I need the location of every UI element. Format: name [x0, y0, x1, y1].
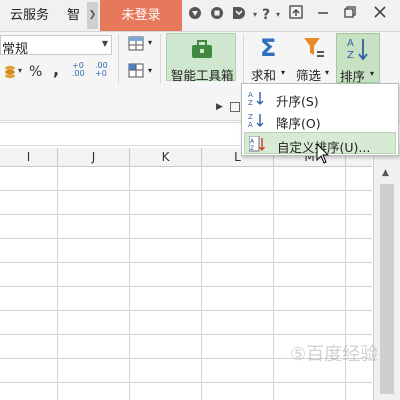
ribbon-separator: [243, 34, 244, 84]
sigma-icon: Σ: [260, 34, 277, 62]
grid-line: [129, 167, 130, 400]
theme-icon[interactable]: [186, 6, 204, 24]
sort-asc-icon: AZ: [248, 90, 264, 107]
skin-icon[interactable]: [208, 6, 226, 24]
svg-text:A: A: [248, 91, 253, 99]
menu-item-label: 升序(S): [276, 94, 319, 109]
scroll-up-icon[interactable]: ▲: [382, 168, 389, 178]
cell-style-icon[interactable]: [128, 63, 146, 82]
menu-item-ascending[interactable]: AZ 升序(S): [244, 87, 396, 109]
expand-icon[interactable]: [230, 102, 240, 112]
sum-dropdown-icon: ▾: [281, 68, 286, 77]
custom-sort-icon: AZ: [248, 135, 265, 152]
percent-button[interactable]: %: [29, 64, 42, 80]
column-header-i[interactable]: I: [0, 148, 58, 166]
grid-line: [201, 167, 202, 400]
grid-line: [57, 167, 58, 400]
sum-button[interactable]: Σ 求和 ▾: [251, 34, 291, 83]
play-icon[interactable]: ▶: [216, 102, 223, 112]
column-header-k[interactable]: K: [130, 148, 202, 166]
filter-label: 筛选: [296, 68, 322, 83]
svg-text:A: A: [347, 38, 354, 49]
number-format-value: 常规: [2, 42, 29, 57]
smart-toolbox-button[interactable]: 智能工具箱: [166, 33, 236, 83]
scrollbar-thumb[interactable]: [380, 184, 394, 394]
login-button[interactable]: 未登录: [100, 0, 182, 31]
grid-line: [273, 167, 274, 400]
help-dropdown-icon[interactable]: ▾: [269, 6, 287, 24]
thousands-separator-button[interactable]: ,: [53, 60, 59, 79]
minimize-icon[interactable]: [313, 5, 333, 25]
menu-item-label: 降序(O): [276, 116, 321, 131]
menu-item-descending[interactable]: ZA 降序(O): [244, 109, 396, 131]
close-icon[interactable]: [370, 5, 390, 25]
cloud-service-tab[interactable]: 云服务: [10, 0, 49, 31]
filter-dropdown-icon: ▾: [325, 68, 330, 77]
restore-icon[interactable]: [340, 5, 360, 25]
column-header-j[interactable]: J: [58, 148, 130, 166]
cell-style-dropdown-icon[interactable]: ▾: [148, 66, 152, 75]
mouse-cursor-icon: [316, 143, 330, 164]
smart-toolbox-label: 智能工具箱: [171, 68, 234, 83]
svg-text:Z: Z: [248, 99, 253, 106]
svg-text:Z: Z: [250, 145, 254, 152]
ribbon-separator: [118, 34, 119, 84]
sort-button[interactable]: A Z 排序 ▾: [336, 33, 380, 84]
sort-desc-icon: ZA: [248, 112, 264, 129]
increase-decimal-button[interactable]: +0 .00: [72, 62, 85, 78]
table-format-dropdown-icon[interactable]: ▾: [148, 38, 152, 47]
number-format-select[interactable]: 常规 ▼: [0, 35, 112, 57]
toolbox-icon: [192, 40, 212, 58]
chevron-down-icon: ▼: [101, 39, 108, 48]
svg-text:Z: Z: [248, 113, 253, 121]
table-format-icon[interactable]: [128, 36, 146, 55]
sum-label: 求和: [251, 68, 277, 83]
filter-button[interactable]: 筛选 ▾: [295, 34, 335, 83]
svg-text:A: A: [248, 121, 253, 128]
decrease-decimal-button[interactable]: .00 +0: [95, 62, 108, 78]
ribbon-separator: [160, 34, 161, 84]
funnel-icon: [304, 38, 324, 57]
pin-icon[interactable]: [286, 5, 306, 25]
svg-text:Z: Z: [347, 50, 354, 61]
sort-az-icon: A Z: [347, 38, 368, 61]
sort-dropdown-icon: ▾: [370, 69, 375, 78]
watermark: ⑤百度经验: [290, 344, 379, 365]
tabs-scroll-right-icon[interactable]: ❯: [87, 2, 98, 29]
smart-tab[interactable]: 智: [67, 0, 80, 31]
currency-dropdown-icon[interactable]: ▾: [18, 66, 22, 75]
